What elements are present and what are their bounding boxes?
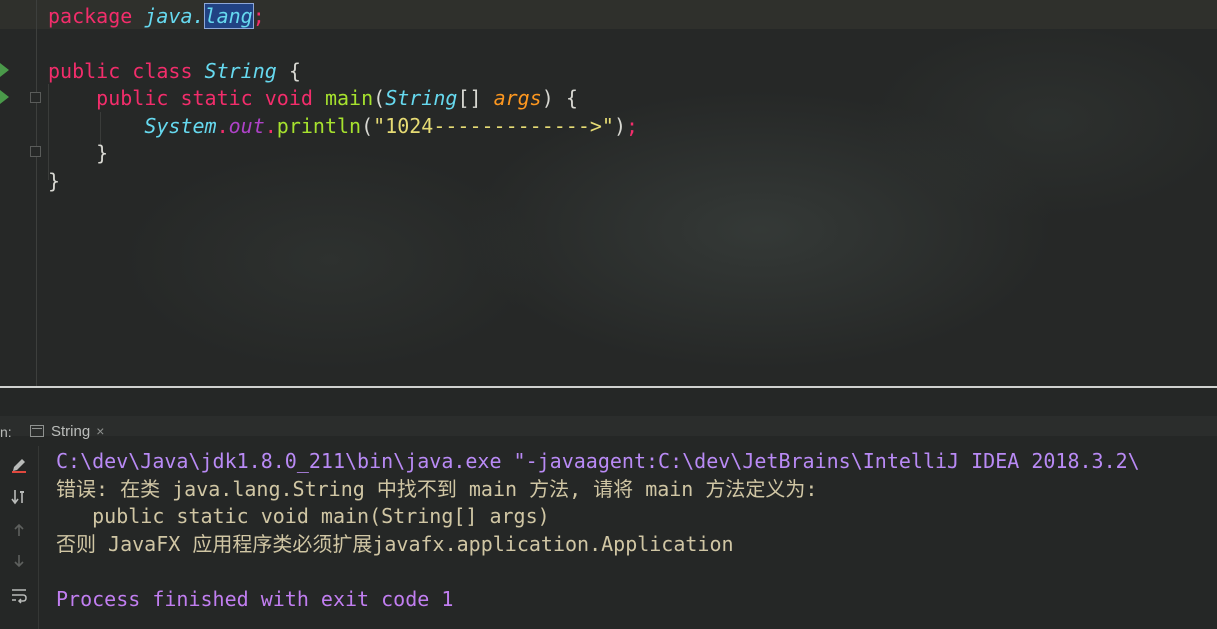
code-token: . (264, 114, 277, 138)
console-tab-icon (30, 425, 44, 437)
tab-string[interactable]: String × (30, 416, 130, 446)
fold-open-icon[interactable] (30, 92, 41, 103)
code-token: ( (373, 86, 386, 110)
code-token: } (48, 169, 61, 193)
code-token: class (132, 59, 205, 83)
code-token: String (204, 59, 277, 83)
code-line-6: } (48, 139, 108, 167)
code-token: void (264, 86, 325, 110)
code-line-1: package java.lang; (48, 2, 265, 30)
run-window-label: n: (0, 424, 12, 440)
code-token: public (48, 86, 181, 110)
code-token: package (48, 4, 145, 28)
code-token: } (48, 141, 109, 165)
code-token: [] (457, 86, 494, 110)
code-token: main (324, 86, 374, 110)
console-error-line: 错误: 在类 java.lang.String 中找不到 main 方法, 请将… (56, 477, 818, 501)
pencil-icon[interactable] (8, 454, 30, 476)
arrow-down-icon[interactable] (8, 550, 30, 572)
code-token: { (276, 59, 301, 83)
code-token: System (48, 114, 217, 138)
console-command-line: C:\dev\Java\jdk1.8.0_211\bin\java.exe "-… (56, 449, 1140, 473)
code-line-5: System.out.println("1024------------->")… (48, 112, 638, 140)
sort-down-icon[interactable] (8, 486, 30, 508)
code-token: String (385, 86, 458, 110)
code-token: ( (361, 114, 374, 138)
code-line-4: public static void main(String[] args) { (48, 84, 578, 112)
run-tool-window: n: String × C:\dev\Java\jdk1.8.0_211\bin… (0, 388, 1217, 629)
code-token: lang (203, 3, 254, 29)
code-token: public (48, 59, 133, 83)
code-token: java. (144, 4, 205, 28)
code-token: static (180, 86, 265, 110)
code-token: out (228, 114, 265, 138)
run-class-icon[interactable] (0, 63, 9, 77)
arrow-up-icon[interactable] (8, 519, 30, 541)
console-error-line: public static void main(String[] args) (56, 504, 550, 528)
code-token: ) { (541, 86, 578, 110)
code-editor[interactable]: package java.lang; public class String {… (0, 0, 1217, 386)
console-exit-line: Process finished with exit code 1 (56, 587, 454, 611)
run-main-icon[interactable] (0, 90, 9, 104)
code-token: println (276, 114, 362, 138)
code-token: args (493, 86, 542, 110)
tab-close-icon[interactable]: × (96, 423, 104, 439)
gutter-divider (36, 0, 37, 386)
code-token: ) (613, 114, 627, 138)
code-line-3: public class String { (48, 57, 301, 85)
run-tab-bar (0, 416, 1217, 436)
code-line-7: } (48, 167, 60, 195)
run-side-toolbar (0, 446, 39, 629)
code-token: ; (252, 4, 265, 28)
console-error-line: 否则 JavaFX 应用程序类必须扩展javafx.application.Ap… (56, 532, 734, 556)
code-token: ; (626, 114, 639, 138)
tab-label: String (51, 422, 91, 440)
code-token: "1024------------->" (373, 114, 614, 138)
code-token: . (216, 114, 229, 138)
soft-wrap-icon[interactable] (8, 584, 30, 606)
fold-close-icon[interactable] (30, 146, 41, 157)
